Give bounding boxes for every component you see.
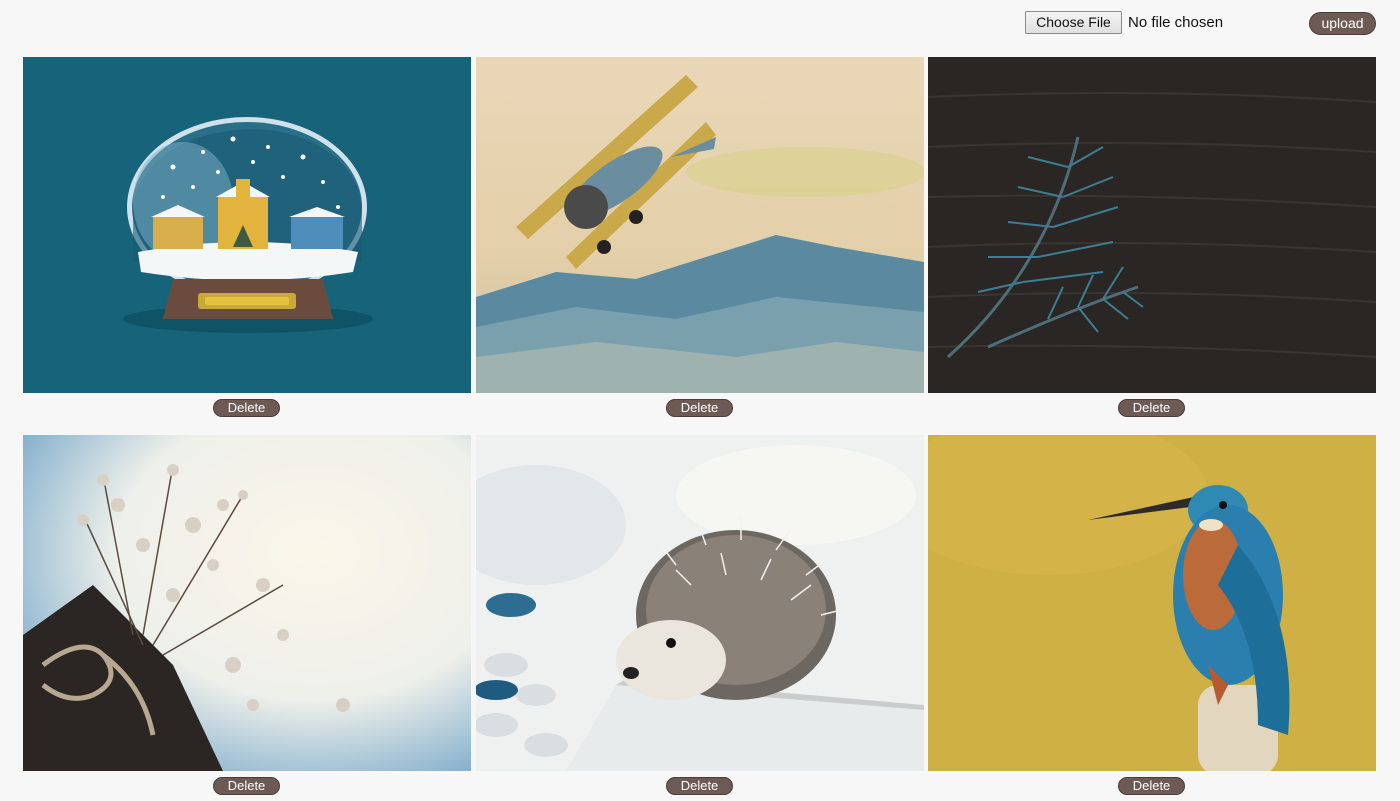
gallery-card: Delete: [476, 57, 924, 422]
gallery-card: Delete: [476, 435, 924, 800]
delete-button[interactable]: Delete: [666, 399, 733, 417]
gallery-image-flowers[interactable]: [23, 435, 471, 771]
delete-button[interactable]: Delete: [1118, 399, 1185, 417]
gallery-card: Delete: [23, 57, 471, 422]
delete-button[interactable]: Delete: [213, 777, 280, 795]
gallery-card: Delete: [928, 435, 1376, 800]
delete-button[interactable]: Delete: [213, 399, 280, 417]
delete-button[interactable]: Delete: [666, 777, 733, 795]
gallery-image-biplane[interactable]: [476, 57, 924, 393]
choose-file-button[interactable]: Choose File: [1025, 11, 1122, 34]
gallery-image-kingfisher[interactable]: [928, 435, 1376, 771]
delete-button[interactable]: Delete: [1118, 777, 1185, 795]
upload-toolbar: Choose File No file chosen upload: [0, 0, 1400, 48]
gallery-image-fern[interactable]: [928, 57, 1376, 393]
gallery-card: Delete: [928, 57, 1376, 422]
file-status-text: No file chosen: [1128, 14, 1224, 31]
gallery-image-hedgehog[interactable]: [476, 435, 924, 771]
gallery-image-snow-globe[interactable]: [23, 57, 471, 393]
gallery-card: Delete: [23, 435, 471, 800]
upload-button[interactable]: upload: [1309, 12, 1376, 35]
